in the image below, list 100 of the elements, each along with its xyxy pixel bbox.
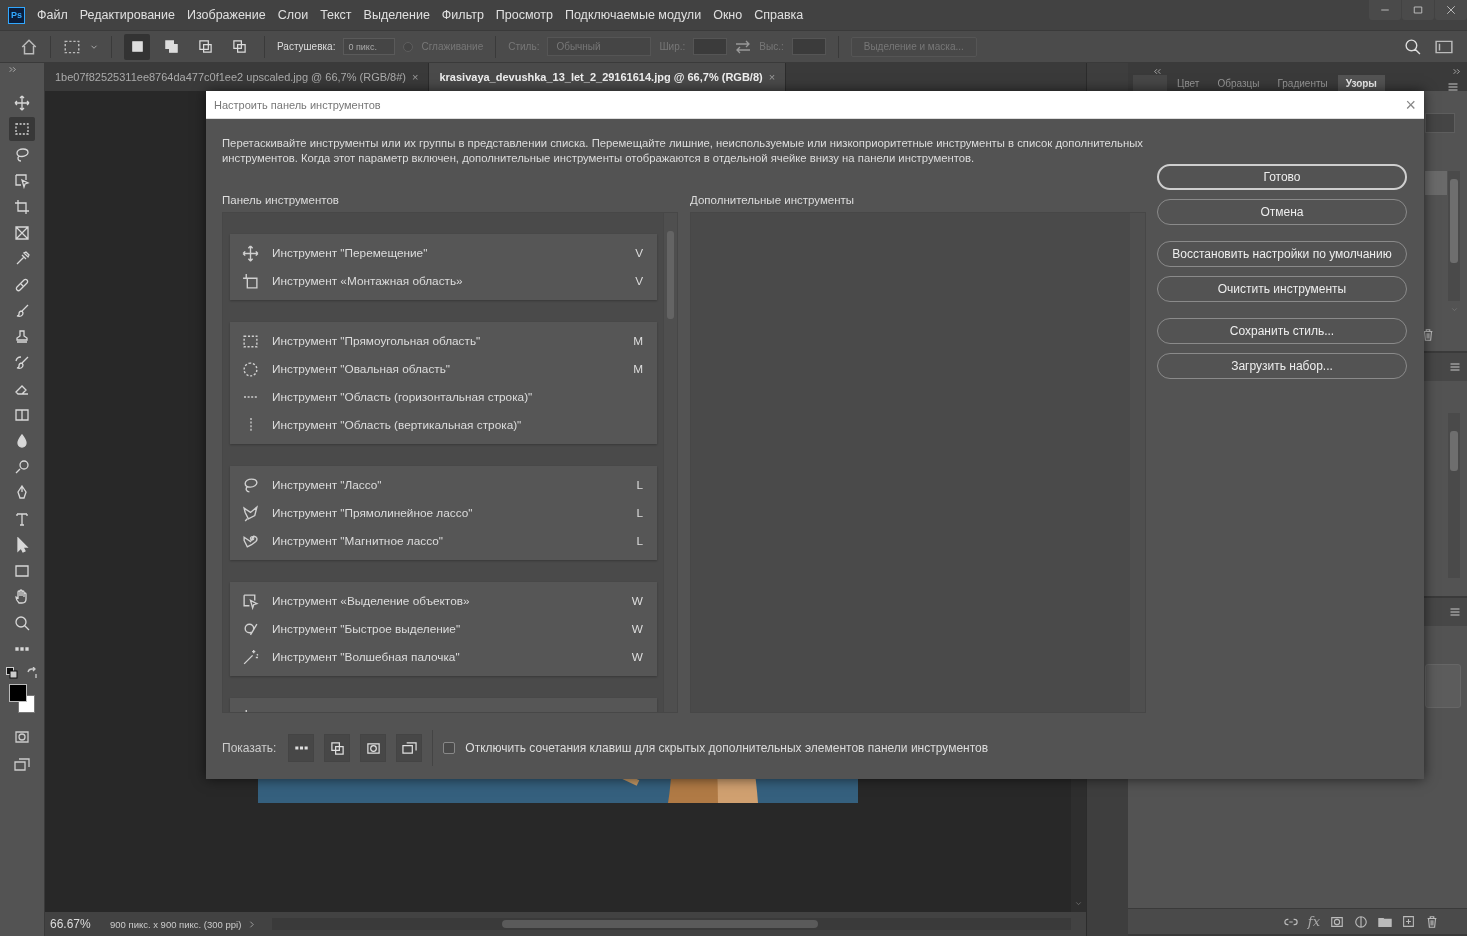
tool-list[interactable] [222, 212, 678, 713]
menu-item[interactable]: Фильтр [435, 8, 490, 22]
close-button[interactable] [1435, 0, 1467, 20]
menu-item[interactable]: Редактирование [73, 8, 181, 22]
shortcut-key: M [633, 362, 643, 376]
bandage-icon [14, 277, 30, 293]
dialog-button[interactable]: Готово [1157, 164, 1407, 190]
gradient-icon [14, 407, 30, 423]
tool-name: Инструмент "Магнитное лассо" [272, 534, 444, 548]
dashed-rectangle-icon [14, 121, 30, 137]
default-colors-icon[interactable] [6, 667, 18, 679]
panel-tab[interactable]: Узоры [1337, 75, 1385, 91]
tool-name: Инструмент «Монтажная область» [272, 274, 464, 288]
tool-group[interactable]: Инструмент "Прямоугольная область" M Инструмент "Овальная область" M Инструмент "Область (горизонтальная строка)" Инструмент "Область (вертикальная строка)" [230, 322, 657, 444]
document-info: 900 пикс. x 900 пикс. (300 ppi) [110, 918, 242, 930]
brush-icon [14, 303, 30, 319]
checkbox[interactable] [443, 742, 456, 754]
app-logo[interactable]: Ps [8, 6, 25, 24]
chevron-down-icon [1074, 899, 1083, 908]
double-chevron-icon[interactable] [1452, 67, 1461, 76]
menu-icon[interactable] [1449, 361, 1461, 373]
tool-group[interactable]: Инструмент "Лассо" L Инструмент "Прямолинейное лассо" L Инструмент "Магнитное лассо" L [230, 466, 657, 560]
object-select-icon [242, 592, 259, 610]
quick-select-icon [242, 620, 259, 638]
stamp-icon [14, 329, 30, 345]
menu-item[interactable]: Изображение [180, 8, 272, 22]
scrollbar[interactable] [663, 213, 677, 712]
color-swatches-icon[interactable] [9, 683, 35, 715]
chevron-right-icon[interactable] [247, 919, 257, 929]
zoom-level: 66.67% [50, 917, 92, 931]
menu-item[interactable]: Текст [314, 8, 358, 22]
menu-item[interactable]: Файл [31, 8, 74, 22]
menu-item[interactable]: Справка [748, 8, 810, 22]
type-icon [14, 511, 30, 527]
polygon-lasso-icon [242, 504, 259, 522]
menu-item[interactable]: Выделение [357, 8, 436, 22]
more-icon [294, 746, 308, 750]
close-icon [1445, 4, 1457, 16]
tool-button[interactable] [9, 117, 35, 141]
rectangle-icon [14, 563, 30, 579]
mask-icon[interactable] [1330, 914, 1344, 929]
double-chevron-icon[interactable] [8, 65, 17, 74]
tool-group[interactable]: Инструмент "Перемещение" V Инструмент «Монтажная область» V [230, 234, 657, 300]
home-icon[interactable] [20, 37, 38, 56]
close-button[interactable]: × [1405, 95, 1416, 114]
shortcut-key: L [636, 478, 643, 492]
dialog-title: Настроить панель инструментов [214, 98, 381, 111]
width-field[interactable] [693, 38, 728, 55]
magic-wand-icon [242, 648, 259, 666]
shortcut-key: W [631, 622, 643, 636]
selection-mode-button[interactable] [124, 33, 150, 60]
trash-icon[interactable] [1421, 328, 1435, 342]
dialog-description: Перетаскивайте инструменты или их группы в представлении списка. Перемещайте лишние, неиспользуемые или низкоприоритетные инструменты в список дополнительных инструментов. Когда этот параметр включен, дополнительные инструменты отображаются в отдельной ячейке внизу на панели инструментов. [222, 136, 1144, 166]
maximize-button[interactable] [1402, 0, 1434, 20]
tool-name: Инструмент "Область (горизонтальная строка)" [272, 390, 534, 404]
shortcut-key: L [636, 534, 643, 548]
shortcut-key: L [636, 506, 643, 520]
intersect-squares-icon [231, 39, 247, 54]
swap-colors-icon[interactable] [26, 667, 38, 679]
filled-square-icon [129, 39, 145, 54]
toggle-button[interactable] [324, 734, 351, 762]
two-squares-icon [163, 39, 179, 54]
menu-icon[interactable] [1447, 81, 1459, 93]
menu-icon[interactable] [1449, 606, 1461, 618]
zoom-icon [14, 615, 30, 631]
menu-item[interactable]: Слои [271, 8, 315, 22]
tool-group[interactable]: Инструмент «Выделение объектов» W Инструмент "Быстрое выделение" W Инструмент "Волшебная палочка" W [230, 582, 657, 676]
tool-name: Инструмент "Перемещение" [272, 246, 429, 260]
crop-icon [14, 199, 30, 215]
panel-field[interactable] [1425, 113, 1455, 133]
scrollbar[interactable] [1448, 171, 1460, 301]
fx-button[interactable]: fx [1307, 914, 1320, 929]
menu-item[interactable]: Просмотр [489, 8, 559, 22]
history-brush-icon [14, 355, 30, 371]
scrollbar[interactable] [1448, 413, 1460, 578]
hand-icon [14, 589, 30, 605]
toggle-button[interactable] [360, 734, 387, 762]
toggle-button[interactable] [396, 734, 423, 762]
menu-item[interactable]: Окно [707, 8, 749, 22]
more-icon [15, 647, 29, 651]
dashed-line-icon [249, 418, 252, 432]
document-tab[interactable]: krasivaya_devushka_13_let_2_29161614.jpg @ 66,7% (RGB/8) × [429, 63, 787, 91]
tool-name: Инструмент "Лассо" [272, 478, 383, 492]
search-icon[interactable] [1404, 38, 1421, 55]
toggle-button[interactable] [288, 734, 315, 762]
magnet-lasso-icon [242, 532, 259, 550]
horizontal-scrollbar[interactable] [272, 918, 1071, 930]
feather-field[interactable]: 0 пикс. [343, 38, 396, 55]
menu-item[interactable]: Подключаемые модули [558, 8, 708, 22]
object-select-icon [14, 173, 30, 189]
lasso-icon [14, 147, 30, 163]
double-chevron-icon[interactable] [1153, 67, 1162, 76]
quick-mask-icon [14, 729, 30, 745]
height-field[interactable] [791, 38, 826, 55]
frame-icon [14, 225, 30, 241]
subtract-squares-icon [197, 39, 213, 54]
swap-icon[interactable] [735, 39, 752, 54]
column-label: Дополнительные инструменты [690, 194, 856, 206]
trash-icon[interactable] [1425, 914, 1439, 929]
column-label: Панель инструментов [222, 194, 340, 206]
